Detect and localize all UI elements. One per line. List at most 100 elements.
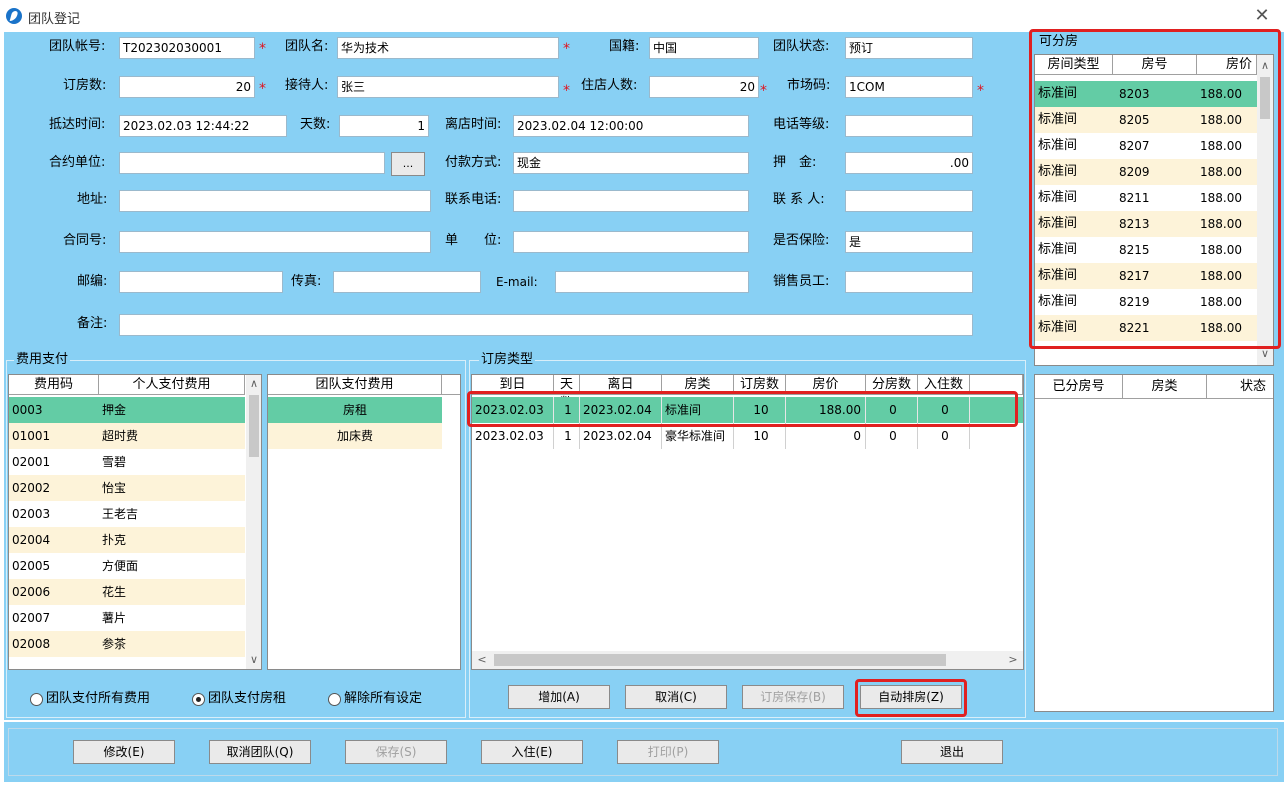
guests-field[interactable]: 20 <box>649 76 759 98</box>
deposit-field[interactable]: .00 <box>845 152 973 174</box>
cancel-booking-button[interactable]: 取消(C) <box>625 685 727 709</box>
table-row[interactable]: 加床费 <box>268 423 442 449</box>
remark-field[interactable] <box>119 314 973 336</box>
contract-no-field[interactable] <box>119 231 431 253</box>
add-booking-button[interactable]: 增加(A) <box>508 685 610 709</box>
modify-button[interactable]: 修改(E) <box>73 740 175 764</box>
depart-field[interactable]: 2023.02.04 12:00:00 <box>513 115 749 137</box>
save-booking-button[interactable]: 订房保存(B) <box>742 685 844 709</box>
radio-team-pay-rent[interactable] <box>192 693 205 706</box>
app-logo-icon <box>6 8 22 24</box>
team-status-label: 团队状态: <box>773 39 830 54</box>
scroll-right-icon[interactable]: > <box>1005 653 1021 666</box>
deposit-label: 押 金: <box>773 155 817 170</box>
table-row[interactable]: 02008 参茶 <box>9 631 245 657</box>
team-name-label: 团队名: <box>285 39 329 54</box>
phone-level-field[interactable] <box>845 115 973 137</box>
sales-field[interactable] <box>845 271 973 293</box>
radio-clear-settings[interactable] <box>328 693 341 706</box>
close-icon[interactable]: ✕ <box>1250 4 1274 28</box>
guests-label: 住店人数: <box>581 78 638 93</box>
fee-code-cell: 02002 <box>12 481 51 495</box>
sales-label: 销售员工: <box>773 274 830 289</box>
table-row[interactable]: 02005 方便面 <box>9 553 245 579</box>
fax-field[interactable] <box>333 271 481 293</box>
booking-scroll-thumb[interactable] <box>494 654 946 666</box>
col-header-assigned-status[interactable]: 状态 <box>1207 375 1273 399</box>
col-header-personal-fee[interactable]: 个人支付费用 <box>99 375 245 395</box>
col-header-assigned-type[interactable]: 房类 <box>1123 375 1207 399</box>
fee-code-cell: 02005 <box>12 559 51 573</box>
required-mark: * <box>977 83 984 99</box>
table-row[interactable]: 房租 <box>268 397 442 423</box>
team-account-label: 团队帐号: <box>49 39 106 54</box>
market-field[interactable]: 1COM <box>845 76 973 98</box>
fee-code-cell: 02006 <box>12 585 51 599</box>
fee-code-cell: 01001 <box>12 429 51 443</box>
table-row[interactable]: 02007 薯片 <box>9 605 245 631</box>
save-button[interactable]: 保存(S) <box>345 740 447 764</box>
payment-field[interactable]: 现金 <box>513 152 749 174</box>
email-field[interactable] <box>555 271 749 293</box>
table-row[interactable]: 01001 超时费 <box>9 423 245 449</box>
address-field[interactable] <box>119 190 431 212</box>
table-row[interactable]: 0003 押金 <box>9 397 245 423</box>
rooms-label: 订房数: <box>63 78 107 93</box>
highlight-auto-assign <box>855 679 967 717</box>
exit-button[interactable]: 退出 <box>901 740 1003 764</box>
radio-team-pay-all-label: 团队支付所有费用 <box>46 691 151 706</box>
radio-team-pay-rent-label: 团队支付房租 <box>208 691 287 706</box>
col-header-team-fee[interactable]: 团队支付费用 <box>268 375 442 395</box>
cancel-team-button[interactable]: 取消团队(Q) <box>209 740 311 764</box>
receiver-label: 接待人: <box>285 78 329 93</box>
table-row[interactable]: 02003 王老吉 <box>9 501 245 527</box>
market-label: 市场码: <box>787 78 831 93</box>
unit-field[interactable] <box>513 231 749 253</box>
fee-code-cell: 02004 <box>12 533 51 547</box>
booking-hscrollbar[interactable]: < > <box>472 651 1023 669</box>
days-field[interactable]: 1 <box>339 115 429 137</box>
depart-label: 离店时间: <box>445 117 502 132</box>
contact-label: 联 系 人: <box>773 192 825 207</box>
team-fee-cell: 加床费 <box>336 429 373 443</box>
fee-name-cell: 方便面 <box>102 559 139 573</box>
table-row[interactable]: 02006 花生 <box>9 579 245 605</box>
table-row[interactable]: 02001 雪碧 <box>9 449 245 475</box>
scroll-left-icon[interactable]: < <box>474 653 490 666</box>
table-row[interactable]: 02004 扑克 <box>9 527 245 553</box>
checkin-button[interactable]: 入住(E) <box>481 740 583 764</box>
highlight-available-rooms <box>1029 29 1281 349</box>
fee-grid-scroll-thumb[interactable] <box>249 395 259 457</box>
team-account-field[interactable]: T202302030001 <box>119 37 255 59</box>
col-header-fee-code[interactable]: 费用码 <box>9 375 99 395</box>
contract-unit-field[interactable] <box>119 152 385 174</box>
insurance-field[interactable]: 是 <box>845 231 973 253</box>
fee-name-cell: 花生 <box>102 585 127 599</box>
contact-phone-field[interactable] <box>513 190 749 212</box>
arrival-field[interactable]: 2023.02.03 12:44:22 <box>119 115 287 137</box>
payment-label: 付款方式: <box>445 155 502 170</box>
team-status-field[interactable]: 预订 <box>845 37 973 59</box>
rooms-field[interactable]: 20 <box>119 76 255 98</box>
required-mark: * <box>259 81 266 97</box>
scroll-up-icon[interactable]: ∧ <box>246 377 261 390</box>
required-mark: * <box>563 83 570 99</box>
window-title: 团队登记 <box>28 12 81 27</box>
table-row[interactable]: 02002 怡宝 <box>9 475 245 501</box>
required-mark: * <box>760 83 767 99</box>
col-header-assigned-no[interactable]: 已分房号 <box>1035 375 1123 399</box>
team-fee-cell: 房租 <box>342 403 367 417</box>
required-mark: * <box>563 41 570 57</box>
print-button[interactable]: 打印(P) <box>617 740 719 764</box>
fee-panel-title: 费用支付 <box>14 352 71 368</box>
receiver-field[interactable]: 张三 <box>337 76 559 98</box>
nationality-field[interactable]: 中国 <box>649 37 759 59</box>
contact-field[interactable] <box>845 190 973 212</box>
scroll-down-icon[interactable]: ∨ <box>246 653 261 666</box>
team-name-field[interactable]: 华为技术 <box>337 37 559 59</box>
fee-grid-scrollbar[interactable]: ∧ ∨ <box>246 375 261 669</box>
postcode-field[interactable] <box>119 271 283 293</box>
radio-team-pay-all[interactable] <box>30 693 43 706</box>
browse-button[interactable]: ... <box>391 152 425 176</box>
fee-code-cell: 02007 <box>12 611 51 625</box>
